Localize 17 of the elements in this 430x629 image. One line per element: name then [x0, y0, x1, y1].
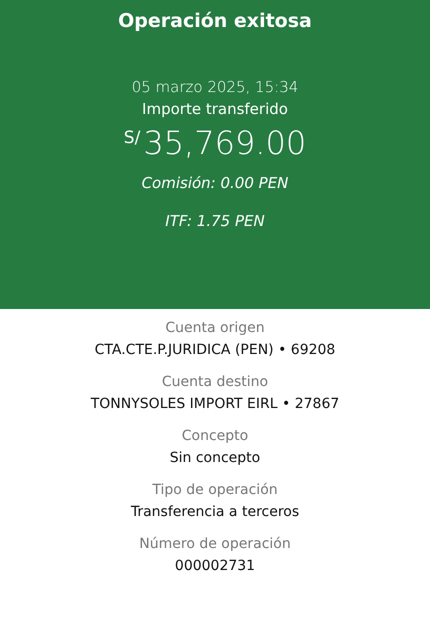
- amount-label: Importe transferido: [142, 100, 288, 118]
- detail-value: 000002731: [174, 558, 256, 574]
- amount: 35,769.00: [143, 124, 306, 162]
- itf-fee: ITF: 1.75 PEN: [165, 212, 265, 230]
- detail-value: Transferencia a terceros: [130, 504, 300, 520]
- commission: Comisión: 0.00 PEN: [142, 174, 288, 192]
- currency-symbol: S/: [124, 128, 140, 148]
- detail-label: Cuenta destino: [162, 374, 268, 390]
- detail-value: CTA.CTE.P.JURIDICA (PEN) • 69208: [94, 342, 336, 358]
- detail-value: TONNYSOLES IMPORT EIRL • 27867: [90, 396, 340, 412]
- detail-value: Sin concepto: [170, 450, 260, 466]
- detail-label: Tipo de operación: [152, 482, 278, 498]
- detail-label: Concepto: [182, 428, 248, 444]
- datetime: 05 marzo 2025, 15:34: [132, 78, 298, 96]
- detail-label: Número de operación: [139, 536, 291, 552]
- detail-label: Cuenta origen: [165, 320, 265, 336]
- title: Operación exitosa: [118, 10, 312, 32]
